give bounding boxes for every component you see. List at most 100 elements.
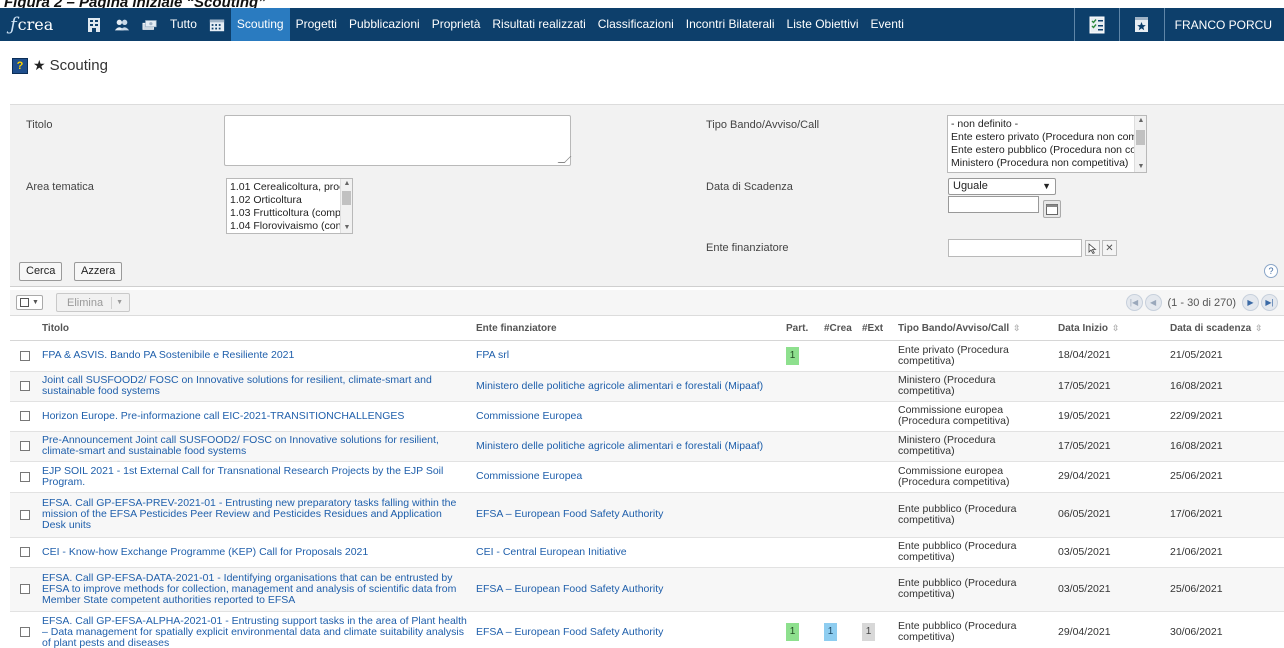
document-star-icon[interactable]: [1120, 8, 1164, 41]
area-option[interactable]: 1.03 Frutticoltura (comp: [227, 207, 352, 220]
sort-icon[interactable]: ⇳: [1112, 323, 1120, 333]
nav-item-incontri[interactable]: Incontri Bilaterali: [680, 8, 781, 41]
ente-link[interactable]: EFSA – European Food Safety Authority: [476, 626, 663, 638]
ente-link[interactable]: Ministero delle politiche agricole alime…: [476, 380, 763, 392]
nav-item-scouting[interactable]: Scouting: [230, 8, 290, 41]
building-icon[interactable]: [86, 17, 102, 33]
row-checkbox[interactable]: [20, 584, 30, 594]
scroll-up-icon[interactable]: ▲: [1135, 116, 1146, 126]
header-ext[interactable]: #Ext: [858, 317, 894, 341]
tipo-scrollbar[interactable]: ▲ ▼: [1134, 116, 1146, 172]
crea-logo[interactable]: ƒ crea: [10, 8, 74, 41]
nav-item-eventi[interactable]: Eventi: [865, 8, 910, 41]
pick-cursor-icon[interactable]: [1085, 240, 1100, 256]
cerca-button[interactable]: Cerca: [19, 262, 63, 281]
table-row[interactable]: EFSA. Call GP-EFSA-ALPHA-2021-01 - Entru…: [10, 611, 1284, 648]
scroll-thumb[interactable]: [342, 191, 351, 205]
tipo-bando-listbox[interactable]: - non definito - Ente estero privato (Pr…: [947, 115, 1147, 173]
table-row[interactable]: CEI - Know-how Exchange Programme (KEP) …: [10, 537, 1284, 568]
table-row[interactable]: EFSA. Call GP-EFSA-PREV-2021-01 - Entrus…: [10, 492, 1284, 538]
titolo-link[interactable]: Pre-Announcement Joint call SUSFOOD2/ FO…: [42, 434, 439, 457]
ente-finanziatore-input[interactable]: [948, 239, 1082, 257]
row-checkbox[interactable]: [20, 547, 30, 557]
azzera-button[interactable]: Azzera: [74, 262, 123, 281]
table-row[interactable]: Pre-Announcement Joint call SUSFOOD2/ FO…: [10, 431, 1284, 462]
titolo-link[interactable]: EFSA. Call GP-EFSA-PREV-2021-01 - Entrus…: [42, 497, 456, 531]
ente-link[interactable]: Commissione Europea: [476, 470, 582, 482]
last-page-icon[interactable]: ▶|: [1261, 294, 1278, 311]
area-tematica-listbox[interactable]: 1.01 Cerealicoltura, proc 1.02 Orticoltu…: [226, 178, 353, 234]
header-data-inizio[interactable]: Data Inizio ⇳: [1054, 317, 1166, 341]
scroll-down-icon[interactable]: ▼: [341, 223, 352, 233]
sort-icon[interactable]: ⇳: [1255, 323, 1263, 333]
scadenza-date-input[interactable]: [948, 196, 1039, 213]
sort-icon[interactable]: ⇳: [1013, 323, 1021, 333]
table-row[interactable]: FPA & ASVIS. Bando PA Sostenibile e Resi…: [10, 340, 1284, 372]
titolo-link[interactable]: Horizon Europe. Pre-informazione call EI…: [42, 410, 404, 422]
select-all-dropdown[interactable]: ▼: [16, 295, 43, 310]
help-book-icon[interactable]: ?: [12, 57, 28, 74]
prev-page-icon[interactable]: ◀: [1144, 294, 1162, 311]
scroll-down-icon[interactable]: ▼: [1135, 162, 1146, 172]
ente-link[interactable]: Ministero delle politiche agricole alime…: [476, 440, 763, 452]
header-crea[interactable]: #Crea: [820, 317, 858, 341]
nav-item-classificazioni[interactable]: Classificazioni: [592, 8, 680, 41]
elimina-button[interactable]: Elimina ▼: [56, 293, 130, 312]
header-tipo[interactable]: Tipo Bando/Avviso/Call ⇳: [894, 317, 1054, 341]
table-row[interactable]: Horizon Europe. Pre-informazione call EI…: [10, 401, 1284, 432]
header-part[interactable]: Part.: [782, 317, 820, 341]
clear-x-icon[interactable]: ✕: [1102, 240, 1117, 256]
money-icon[interactable]: [142, 17, 158, 33]
tipo-option[interactable]: Ministero (Procedura non competitiva): [948, 157, 1146, 170]
ente-link[interactable]: EFSA – European Food Safety Authority: [476, 508, 663, 520]
row-checkbox[interactable]: [20, 381, 30, 391]
nav-item-pubblicazioni[interactable]: Pubblicazioni: [343, 8, 426, 41]
ente-link[interactable]: EFSA – European Food Safety Authority: [476, 583, 663, 595]
nav-item-progetti[interactable]: Progetti: [290, 8, 343, 41]
area-option[interactable]: 1.02 Orticoltura: [227, 194, 352, 207]
titolo-link[interactable]: EFSA. Call GP-EFSA-ALPHA-2021-01 - Entru…: [42, 615, 467, 648]
titolo-textarea[interactable]: [224, 115, 572, 166]
part-count-badge[interactable]: 1: [786, 346, 799, 365]
titolo-link[interactable]: FPA & ASVIS. Bando PA Sostenibile e Resi…: [42, 349, 294, 361]
calendar-icon[interactable]: [209, 17, 225, 33]
row-checkbox[interactable]: [20, 627, 30, 637]
area-option[interactable]: 1.01 Cerealicoltura, proc: [227, 181, 352, 194]
scadenza-operator-select[interactable]: Uguale ▼: [948, 178, 1056, 195]
favorite-star-icon[interactable]: ★: [33, 57, 46, 74]
nav-item-liste-obiettivi[interactable]: Liste Obiettivi: [781, 8, 865, 41]
calendar-picker-icon[interactable]: [1043, 200, 1061, 218]
people-icon[interactable]: [114, 17, 130, 33]
area-scrollbar[interactable]: ▲ ▼: [340, 179, 352, 233]
scroll-thumb[interactable]: [1136, 130, 1145, 145]
table-row[interactable]: EFSA. Call GP-EFSA-DATA-2021-01 - Identi…: [10, 567, 1284, 612]
titolo-link[interactable]: EJP SOIL 2021 - 1st External Call for Tr…: [42, 465, 443, 488]
row-checkbox[interactable]: [20, 509, 30, 520]
titolo-link[interactable]: EFSA. Call GP-EFSA-DATA-2021-01 - Identi…: [42, 572, 456, 606]
tipo-option[interactable]: Ente estero privato (Procedura non compe: [948, 131, 1146, 144]
next-page-icon[interactable]: ▶: [1242, 294, 1259, 311]
row-checkbox[interactable]: [20, 411, 30, 421]
help-icon[interactable]: ?: [1264, 264, 1278, 278]
table-row[interactable]: EJP SOIL 2021 - 1st External Call for Tr…: [10, 461, 1284, 493]
nav-item-risultati[interactable]: Risultati realizzati: [486, 8, 591, 41]
ente-link[interactable]: CEI - Central European Initiative: [476, 546, 627, 558]
row-checkbox[interactable]: [20, 350, 30, 361]
first-page-icon[interactable]: |◀: [1125, 294, 1143, 311]
ente-link[interactable]: FPA srl: [476, 349, 509, 361]
checklist-icon[interactable]: [1075, 8, 1119, 41]
tipo-option[interactable]: Ente estero pubblico (Procedura non comp: [948, 144, 1146, 157]
row-checkbox[interactable]: [20, 471, 30, 482]
header-data-scadenza[interactable]: Data di scadenza ⇳: [1166, 317, 1284, 341]
titolo-link[interactable]: Joint call SUSFOOD2/ FOSC on Innovative …: [42, 374, 432, 397]
ext-count-badge[interactable]: 1: [862, 623, 875, 641]
select-all-checkbox[interactable]: [20, 298, 29, 307]
area-option[interactable]: 1.04 Florovivaismo (con: [227, 220, 352, 233]
header-titolo[interactable]: Titolo: [38, 317, 472, 341]
nav-item-tutto[interactable]: Tutto: [164, 8, 203, 41]
nav-item-proprieta[interactable]: Proprietà: [426, 8, 487, 41]
resize-grip-icon[interactable]: [557, 156, 572, 163]
ente-link[interactable]: Commissione Europea: [476, 410, 582, 422]
crea-count-badge[interactable]: 1: [824, 623, 837, 641]
header-ente[interactable]: Ente finanziatore: [472, 317, 782, 341]
